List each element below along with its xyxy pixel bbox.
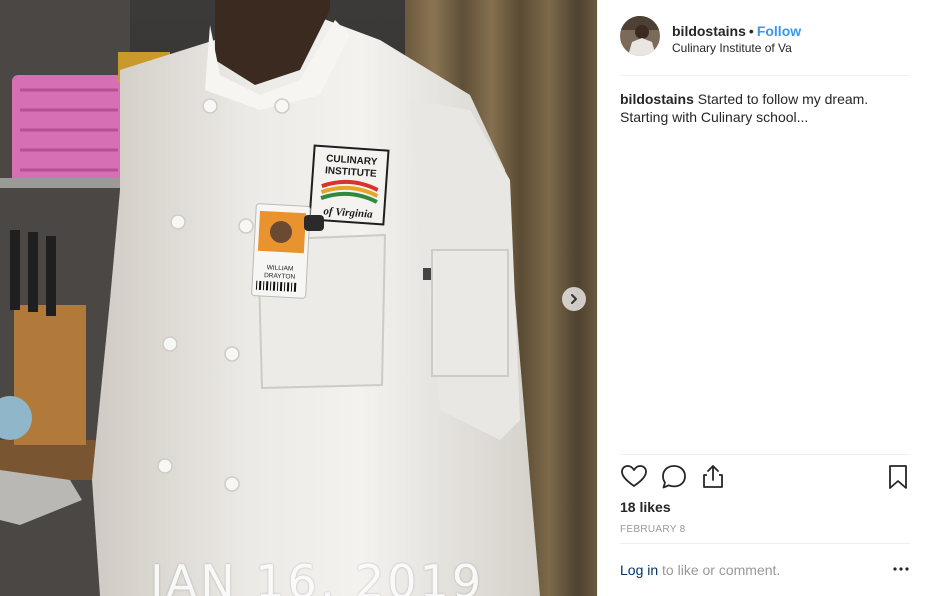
name-row: bildostains • Follow bbox=[672, 23, 801, 40]
post-header: bildostains • Follow Culinary Institute of… bbox=[620, 16, 910, 76]
location-link[interactable]: Culinary Institute of Va bbox=[672, 41, 801, 55]
heart-icon[interactable] bbox=[620, 463, 648, 491]
bookmark-icon[interactable] bbox=[884, 463, 912, 491]
post-side-panel: bildostains • Follow Culinary Institute of… bbox=[597, 0, 936, 596]
avatar[interactable] bbox=[620, 16, 660, 56]
post-photo: CULINARY INSTITUTE of Virginia WILLIAM D… bbox=[0, 0, 597, 596]
likes-count[interactable]: 18 likes bbox=[620, 499, 671, 515]
action-bar bbox=[620, 463, 910, 493]
instagram-post: CULINARY INSTITUTE of Virginia WILLIAM D… bbox=[0, 0, 936, 596]
comment-icon[interactable] bbox=[660, 463, 688, 491]
date-stamp: JAN 16, 2019 bbox=[150, 555, 485, 596]
comment-prompt-text: to like or comment. bbox=[662, 562, 781, 578]
post-caption: bildostains Started to follow my dream. … bbox=[620, 90, 910, 126]
actions-divider bbox=[620, 454, 910, 455]
username-link[interactable]: bildostains bbox=[672, 23, 746, 39]
share-icon[interactable] bbox=[699, 463, 727, 491]
header-text: bildostains • Follow Culinary Institute of… bbox=[672, 23, 801, 55]
next-image-button[interactable] bbox=[562, 287, 586, 311]
badge-line1: WILLIAM bbox=[266, 264, 293, 272]
comment-prompt: Log in to like or comment. bbox=[620, 562, 910, 578]
login-link[interactable]: Log in bbox=[620, 562, 658, 578]
comment-divider bbox=[620, 543, 910, 544]
more-options-icon[interactable] bbox=[892, 560, 910, 578]
chevron-right-icon bbox=[571, 294, 577, 304]
post-date[interactable]: FEBRUARY 8 bbox=[620, 524, 685, 535]
post-media[interactable]: CULINARY INSTITUTE of Virginia WILLIAM D… bbox=[0, 0, 597, 596]
caption-username[interactable]: bildostains bbox=[620, 91, 694, 107]
follow-button[interactable]: Follow bbox=[757, 23, 801, 39]
separator-dot: • bbox=[748, 23, 754, 39]
